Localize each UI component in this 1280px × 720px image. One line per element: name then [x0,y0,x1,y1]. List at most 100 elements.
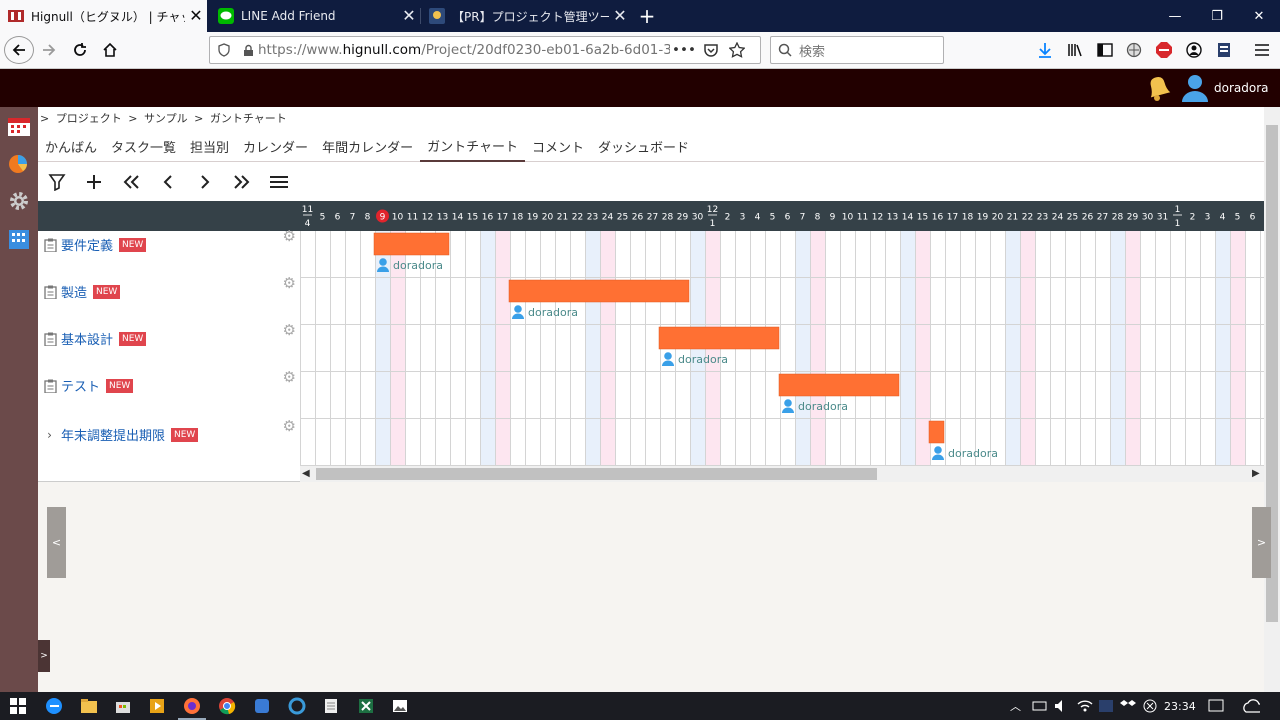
file-explorer-icon[interactable] [79,696,99,716]
task-settings-gear-icon[interactable]: ⚙ [283,417,296,435]
assignee-name: doradora [948,447,998,460]
tab-kanban[interactable]: かんばん [38,130,104,162]
tab-task-list[interactable]: タスク一覧 [104,130,183,162]
forward-button[interactable] [38,40,60,60]
scrollbar-thumb[interactable] [316,468,877,480]
task-name[interactable]: 製造 [61,282,87,301]
reload-button[interactable] [69,40,91,60]
download-icon[interactable] [1035,40,1055,60]
add-task-button[interactable] [75,168,112,196]
sidebar-icon[interactable] [1095,40,1115,60]
browser-tab-line[interactable]: LINE Add Friend ✕ [210,0,420,32]
volume-icon[interactable] [1052,696,1072,716]
internet-explorer-icon[interactable] [287,696,307,716]
expand-chevron-icon[interactable]: › [38,428,61,442]
close-icon[interactable]: ✕ [609,8,631,24]
chrome-icon[interactable] [217,696,237,716]
task-name[interactable]: 基本設計 [61,329,113,348]
extension-icon[interactable] [1124,40,1144,60]
tray-close-icon[interactable] [1140,696,1160,716]
chart-pie-icon[interactable] [7,152,31,174]
library-icon[interactable] [1065,40,1085,60]
tray-app-icon[interactable] [1096,696,1116,716]
task-settings-gear-icon[interactable]: ⚙ [283,274,296,292]
day-label: 8 [815,213,821,223]
minimize-button[interactable]: — [1152,0,1198,32]
account-icon[interactable] [1184,40,1204,60]
task-row[interactable]: › 年末調整提出期限 NEW ⚙ [38,411,300,458]
breadcrumb-sample[interactable]: サンプル [144,112,188,125]
bookmark-star-icon[interactable] [724,42,750,58]
task-settings-gear-icon[interactable]: ⚙ [283,321,296,339]
day-label: 12 [422,213,433,223]
extension-2-icon[interactable] [1214,40,1234,60]
task-row[interactable]: 要件定義 NEW ⚙ [38,221,300,268]
battery-icon[interactable] [1030,696,1050,716]
adblock-icon[interactable] [1154,40,1174,60]
weather-icon[interactable] [1240,696,1260,716]
media-player-icon[interactable] [147,696,167,716]
action-center-icon[interactable] [1206,696,1226,716]
scroll-left-icon[interactable]: ◀ [302,468,310,479]
next-page-button[interactable]: > [1252,507,1271,578]
hamburger-menu-icon[interactable] [1252,40,1272,60]
new-tab-button[interactable]: + [635,4,659,28]
building-icon[interactable] [7,228,31,250]
tab-annual-calendar[interactable]: 年間カレンダー [315,130,420,162]
notification-bell-icon[interactable] [1143,73,1173,103]
tray-chevron-icon[interactable]: ︿ [1010,698,1021,714]
window-close-button[interactable]: ✕ [1236,0,1280,32]
notepad-icon[interactable] [321,696,341,716]
close-icon[interactable]: ✕ [398,8,420,24]
tab-dashboard[interactable]: ダッシュボード [591,130,696,162]
home-button[interactable] [99,40,121,60]
back-button[interactable] [4,36,34,64]
close-icon[interactable]: ✕ [185,8,207,24]
avatar[interactable] [1180,72,1210,102]
page-actions-button[interactable]: ••• [670,42,698,58]
settings-gear-icon[interactable] [7,190,31,212]
photos-icon[interactable] [390,696,410,716]
app-icon[interactable] [252,696,272,716]
sidebar-toggle-button[interactable]: > [38,640,50,672]
firefox-icon[interactable] [182,696,202,716]
pocket-icon[interactable] [698,43,724,57]
next-button[interactable] [186,168,223,196]
task-row[interactable]: 製造 NEW ⚙ [38,268,300,315]
store-icon[interactable] [113,696,133,716]
jump-forward-button[interactable] [223,168,260,196]
task-row[interactable]: 基本設計 NEW ⚙ [38,315,300,362]
menu-button[interactable] [260,168,297,196]
task-row[interactable]: テスト NEW ⚙ [38,362,300,409]
prev-page-button[interactable]: < [47,507,66,578]
previous-button[interactable] [149,168,186,196]
task-settings-gear-icon[interactable]: ⚙ [283,368,296,386]
url-bar[interactable]: https://www.hignull.com/Project/20df0230… [209,36,761,64]
task-name[interactable]: テスト [61,376,100,395]
filter-button[interactable] [38,168,75,196]
tab-gantt-chart[interactable]: ガントチャート [420,130,525,162]
tab-comments[interactable]: コメント [525,130,591,162]
browser-tab-hignull[interactable]: Hignull（ヒグヌル） | チャットボット ✕ [0,0,207,32]
windows-start-icon[interactable] [8,696,28,716]
search-input[interactable]: 検索 [770,36,944,64]
calendar-icon[interactable] [7,115,31,137]
scroll-right-icon[interactable]: ▶ [1252,468,1260,479]
excel-icon[interactable] [356,696,376,716]
clock[interactable]: 23:34 [1164,700,1196,713]
edge-icon[interactable] [44,696,64,716]
task-name[interactable]: 要件定義 [61,235,113,254]
left-icon [163,175,172,189]
tab-assignee[interactable]: 担当別 [183,130,236,162]
breadcrumb-project[interactable]: プロジェクト [56,112,122,125]
jump-back-button[interactable] [112,168,149,196]
browser-tab-pr[interactable]: 【PR】プロジェクト管理ツール「Hignull」 ✕ [421,0,631,32]
wifi-icon[interactable] [1075,696,1095,716]
dropbox-icon[interactable] [1118,696,1138,716]
tab-calendar[interactable]: カレンダー [236,130,315,162]
maximize-button[interactable]: ❐ [1194,0,1240,32]
task-settings-gear-icon[interactable]: ⚙ [283,227,296,245]
day-label: 25 [617,213,628,223]
task-name[interactable]: 年末調整提出期限 [61,425,165,444]
username[interactable]: doradora [1214,81,1269,95]
